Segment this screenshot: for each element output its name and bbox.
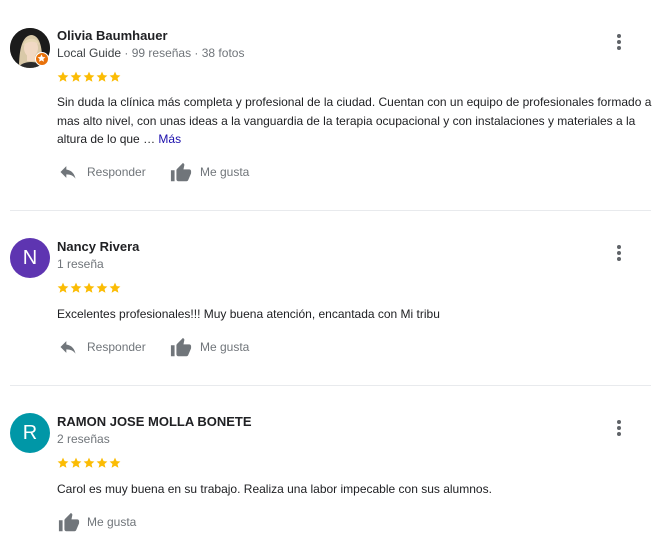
reply-button[interactable]: Responder <box>57 335 157 359</box>
star-icon <box>83 70 95 88</box>
review-card: R RAMON JOSE MOLLA BONETE 2 reseñas Caro… <box>0 386 671 551</box>
local-guide-star-icon <box>35 52 49 66</box>
review-text: Sin duda la clínica más completa y profe… <box>57 93 657 149</box>
reply-arrow-icon <box>60 166 76 179</box>
star-rating <box>57 281 122 293</box>
more-options-icon[interactable] <box>610 416 628 440</box>
thumbs-up-icon <box>170 337 192 357</box>
star-icon <box>70 70 82 88</box>
like-label: Me gusta <box>87 515 137 529</box>
star-icon <box>109 70 121 88</box>
avatar[interactable]: R <box>10 413 50 453</box>
star-icon <box>109 456 121 474</box>
review-card: N Nancy Rivera 1 reseña Excelentes profe… <box>0 211 671 385</box>
star-icon <box>96 281 108 299</box>
star-icon <box>109 281 121 299</box>
star-icon <box>83 281 95 299</box>
local-guide-label: Local Guide <box>57 46 122 60</box>
star-rating <box>57 456 122 468</box>
avatar[interactable]: N <box>10 238 50 278</box>
review-text: Carol es muy buena en su trabajo. Realiz… <box>57 482 492 496</box>
star-icon <box>57 456 69 474</box>
star-icon <box>70 456 82 474</box>
thumbs-up-icon <box>170 162 192 182</box>
thumbs-up-icon <box>58 512 80 532</box>
reviewer-name[interactable]: RAMON JOSE MOLLA BONETE <box>57 414 252 429</box>
like-button[interactable]: Me gusta <box>169 335 269 359</box>
like-button[interactable]: Me gusta <box>57 510 157 534</box>
more-link[interactable]: Más <box>158 132 181 146</box>
star-icon <box>83 456 95 474</box>
review-card: Olivia Baumhauer Local Guide · 99 reseña… <box>0 0 671 210</box>
like-button[interactable]: Me gusta <box>169 160 269 184</box>
review-body: Sin duda la clínica más completa y profe… <box>57 95 652 146</box>
reply-label: Responder <box>87 165 146 179</box>
like-label: Me gusta <box>200 165 250 179</box>
reviewer-stats[interactable]: Local Guide · 99 reseñas · 38 fotos <box>57 46 244 60</box>
star-icon <box>57 281 69 299</box>
star-icon <box>96 70 108 88</box>
reply-button[interactable]: Responder <box>57 160 157 184</box>
star-icon <box>70 281 82 299</box>
star-rating <box>57 70 122 82</box>
reply-label: Responder <box>87 340 146 354</box>
more-options-icon[interactable] <box>610 30 628 54</box>
reviewer-stats[interactable]: 2 reseñas <box>57 432 110 446</box>
reply-arrow-icon <box>60 341 76 354</box>
reviewer-name[interactable]: Nancy Rivera <box>57 239 139 254</box>
reviewer-counts: · 99 reseñas · 38 fotos <box>121 46 245 60</box>
review-text: Excelentes profesionales!!! Muy buena at… <box>57 307 440 321</box>
reviewer-stats[interactable]: 1 reseña <box>57 257 104 271</box>
reviewer-name[interactable]: Olivia Baumhauer <box>57 28 168 43</box>
star-icon <box>57 70 69 88</box>
like-label: Me gusta <box>200 340 250 354</box>
more-options-icon[interactable] <box>610 241 628 265</box>
star-icon <box>96 456 108 474</box>
